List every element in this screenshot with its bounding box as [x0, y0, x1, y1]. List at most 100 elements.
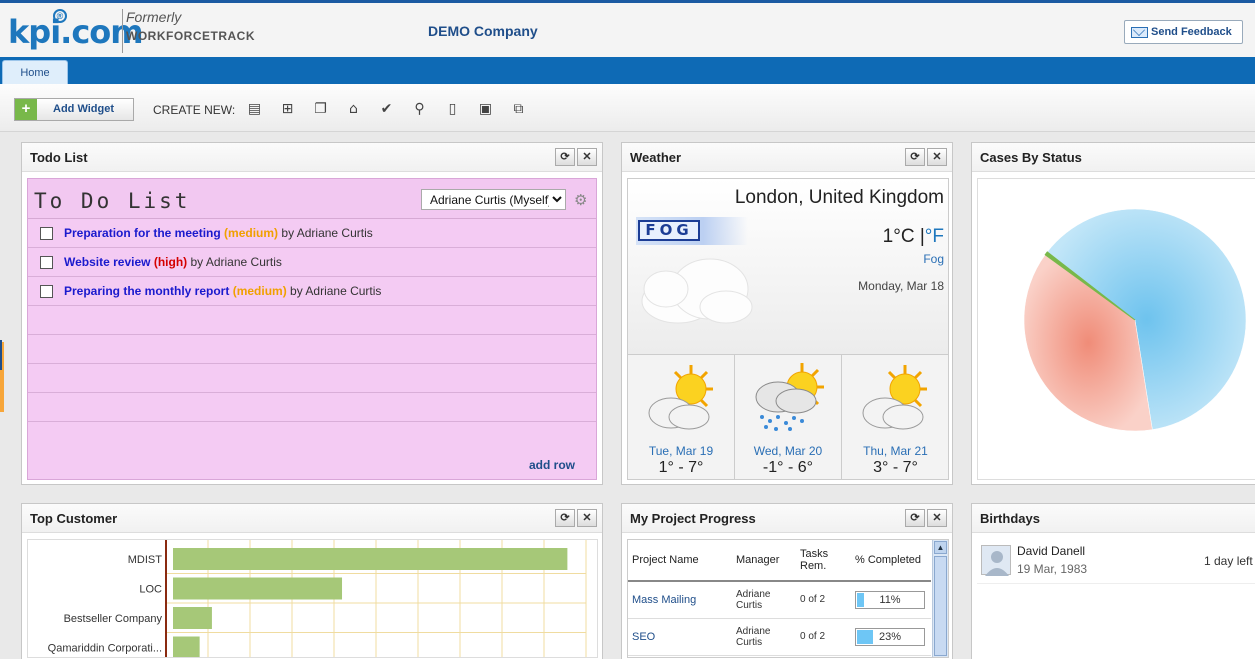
close-icon[interactable]: ✕: [577, 148, 597, 166]
todo-empty-row: [28, 364, 596, 393]
bar[interactable]: [173, 548, 568, 570]
create-new-label: CREATE NEW:: [153, 103, 236, 117]
forecast-date: Tue, Mar 19: [648, 444, 714, 458]
refresh-icon[interactable]: ⟳: [555, 509, 575, 527]
vertical-scrollbar[interactable]: ▲: [932, 540, 948, 657]
todo-widget: Todo List ⟳ ✕ To Do List Adriane Curtis …: [21, 142, 603, 485]
report-icon[interactable]: ▣: [477, 101, 494, 118]
create-new-icons: ▤ ⊞ ❐ ⌂ ✔ ⚲ ▯ ▣ ⧉: [246, 101, 527, 118]
add-widget-label: Add Widget: [53, 103, 114, 115]
logo-former-name: WORKFORCETRACK: [126, 29, 255, 43]
top-customer-widget-title: Top Customer: [30, 511, 118, 526]
todo-widget-header: Todo List ⟳ ✕: [22, 143, 602, 172]
col-manager[interactable]: Manager: [732, 540, 796, 582]
forecast-day: Wed, Mar 20 -1° - 6°: [735, 355, 842, 480]
birthday-item: David Danell 19 Mar, 1983 1 day left: [977, 539, 1255, 584]
refresh-icon[interactable]: ⟳: [905, 148, 925, 166]
sun-cloud-icon: [648, 365, 713, 430]
birthday-name[interactable]: David Danell: [1017, 544, 1085, 558]
send-feedback-button[interactable]: Send Feedback: [1124, 20, 1243, 44]
project-widget-title: My Project Progress: [630, 511, 756, 526]
todo-owner: by Adriane Curtis: [281, 226, 373, 240]
fahrenheit-toggle[interactable]: °F: [925, 226, 944, 247]
list-icon[interactable]: ▤: [246, 101, 263, 118]
progress-bar: 11%: [855, 590, 925, 609]
forecast-day: Thu, Mar 21 3° - 7°: [842, 355, 949, 480]
current-temperature: 1°C |°F: [882, 226, 944, 247]
todo-checkbox[interactable]: [40, 256, 53, 269]
todo-task-link[interactable]: Preparation for the meeting: [64, 226, 221, 240]
nav-bar: Home: [0, 57, 1255, 84]
bar[interactable]: [173, 636, 200, 659]
documents-icon[interactable]: ❐: [312, 101, 329, 118]
col-percent-completed[interactable]: % Completed: [851, 540, 931, 582]
plus-icon: +: [15, 99, 37, 120]
scroll-up-icon[interactable]: ▲: [934, 541, 947, 554]
weather-date: Monday, Mar 18: [858, 279, 944, 293]
refresh-icon[interactable]: ⟳: [555, 148, 575, 166]
todo-priority: (high): [153, 255, 188, 269]
todo-checkbox[interactable]: [40, 285, 53, 298]
logo-formerly: Formerly: [126, 9, 182, 25]
weather-widget: Weather ⟳ ✕ London, United Kingdom FOG 1…: [621, 142, 953, 485]
project-widget-header: My Project Progress ⟳ ✕: [622, 504, 952, 533]
add-row-link[interactable]: add row: [529, 458, 575, 472]
todo-row: Preparation for the meeting (medium) by …: [28, 219, 596, 248]
person-document-icon[interactable]: ⚲: [411, 101, 428, 118]
envelope-icon: [1131, 27, 1148, 38]
project-tasks: 0 of 2: [796, 581, 851, 619]
todo-priority: (medium): [232, 284, 287, 298]
category-label: LOC: [139, 584, 162, 596]
project-name-link[interactable]: SEO: [628, 618, 732, 656]
sun-rain-cloud-icon: [755, 363, 824, 431]
bar[interactable]: [173, 607, 212, 629]
birthdays-widget-header: Birthdays: [972, 504, 1255, 533]
col-project-name[interactable]: Project Name: [628, 540, 732, 582]
logo-registered-mark: ®: [53, 9, 67, 23]
weather-location: London, United Kingdom: [734, 187, 944, 208]
network-icon[interactable]: ⧉: [510, 101, 527, 118]
progress-label: 11%: [879, 593, 901, 606]
birthday-days-left: 1 day left: [1204, 554, 1253, 568]
todo-owner: by Adriane Curtis: [290, 284, 382, 298]
project-manager: Adriane Curtis: [732, 618, 796, 656]
sun-cloud-icon: [862, 365, 927, 430]
house-icon[interactable]: ⌂: [345, 101, 362, 118]
forecast-date: Wed, Mar 20: [753, 444, 823, 458]
top-header: kpi.com ® Formerly WORKFORCETRACK DEMO C…: [0, 0, 1255, 57]
avatar: [981, 545, 1011, 576]
checkmark-icon[interactable]: ✔: [378, 101, 395, 118]
assignee-select[interactable]: Adriane Curtis (Myself): [421, 189, 566, 210]
table-row: Mass Mailing Adriane Curtis 0 of 2 11%: [628, 581, 931, 619]
todo-checkbox[interactable]: [40, 227, 53, 240]
gear-icon[interactable]: ⚙: [574, 191, 587, 209]
col-tasks-remaining[interactable]: Tasks Rem.: [796, 540, 851, 582]
project-name-link[interactable]: Mass Mailing: [628, 581, 732, 619]
cases-chart-area: [977, 178, 1255, 480]
cloud-icon: [641, 258, 753, 324]
forecast-date: Thu, Mar 21: [863, 444, 928, 458]
company-name: DEMO Company: [428, 23, 538, 39]
todo-empty-row: [28, 393, 596, 422]
weather-widget-title: Weather: [630, 150, 682, 165]
page-icon[interactable]: ▯: [444, 101, 461, 118]
cases-pie-chart: [1023, 208, 1247, 432]
tab-home[interactable]: Home: [2, 60, 68, 84]
weather-condition: Fog: [923, 252, 944, 266]
project-table: Project Name Manager Tasks Rem. % Comple…: [628, 540, 931, 656]
refresh-icon[interactable]: ⟳: [905, 509, 925, 527]
todo-task-link[interactable]: Preparing the monthly report: [64, 284, 229, 298]
close-icon[interactable]: ✕: [577, 509, 597, 527]
weather-current: London, United Kingdom FOG 1°C |°F Fog M…: [628, 179, 948, 355]
scroll-thumb[interactable]: [934, 556, 947, 656]
close-icon[interactable]: ✕: [927, 148, 947, 166]
bar[interactable]: [173, 577, 343, 600]
org-chart-icon[interactable]: ⊞: [279, 101, 296, 118]
add-widget-button[interactable]: + Add Widget: [14, 98, 134, 121]
close-icon[interactable]: ✕: [927, 509, 947, 527]
top-customer-widget: Top Customer ⟳ ✕ MDIST LOC Bestseller Comp…: [21, 503, 603, 659]
todo-task-link[interactable]: Website review: [64, 255, 150, 269]
kpi-logo[interactable]: kpi.com ® Formerly WORKFORCETRACK: [8, 7, 255, 55]
forecast-range: -1° - 6°: [762, 459, 814, 476]
project-progress-widget: My Project Progress ⟳ ✕ Project Name Man…: [621, 503, 953, 659]
